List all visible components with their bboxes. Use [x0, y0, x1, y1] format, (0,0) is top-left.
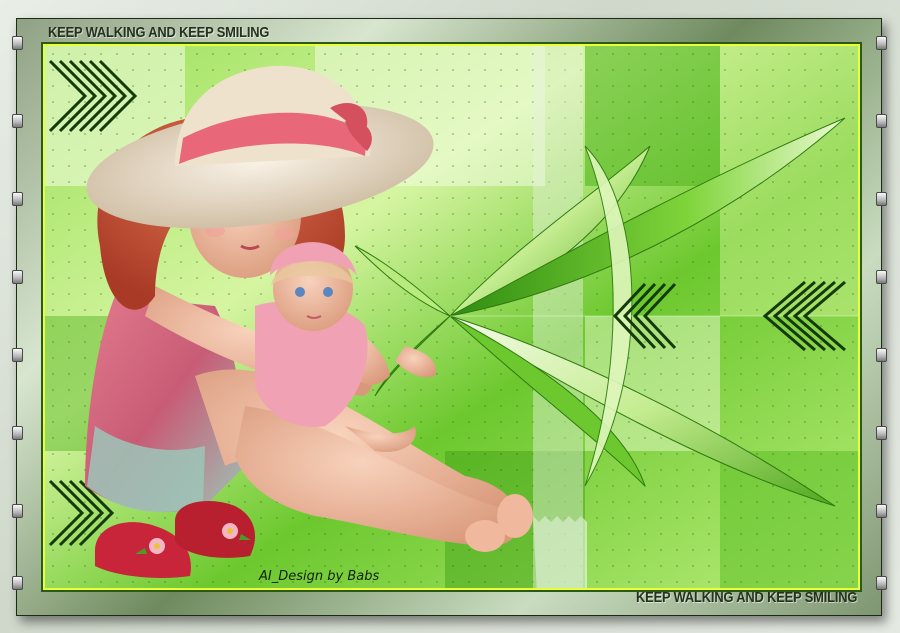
frame-rivet	[876, 576, 887, 590]
artwork-canvas: KEEP WALKING AND KEEP SMILING AI_Design …	[0, 0, 900, 633]
frame-rivet	[876, 426, 887, 440]
frame-rivet	[12, 504, 23, 518]
title-bottom: KEEP WALKING AND KEEP SMILING	[636, 589, 858, 606]
frame-rivet	[12, 270, 23, 284]
frame-rivet	[12, 348, 23, 362]
artist-signature: AI_Design by Babs	[259, 569, 380, 584]
frame-rivet	[12, 192, 23, 206]
frame-rivet	[12, 114, 23, 128]
frame-rivet	[12, 576, 23, 590]
picture-panel	[43, 44, 860, 590]
scene-illustration	[45, 46, 858, 588]
frame-rivet	[12, 36, 23, 50]
title-top: KEEP WALKING AND KEEP SMILING	[48, 24, 270, 41]
zigzag-strip	[533, 46, 587, 588]
frame-rivet	[12, 426, 23, 440]
frame-rivet	[876, 36, 887, 50]
frame-rivet	[876, 270, 887, 284]
frame-rivet	[876, 504, 887, 518]
frame-rivet	[876, 348, 887, 362]
frame-rivet	[876, 192, 887, 206]
frame-rivet	[876, 114, 887, 128]
